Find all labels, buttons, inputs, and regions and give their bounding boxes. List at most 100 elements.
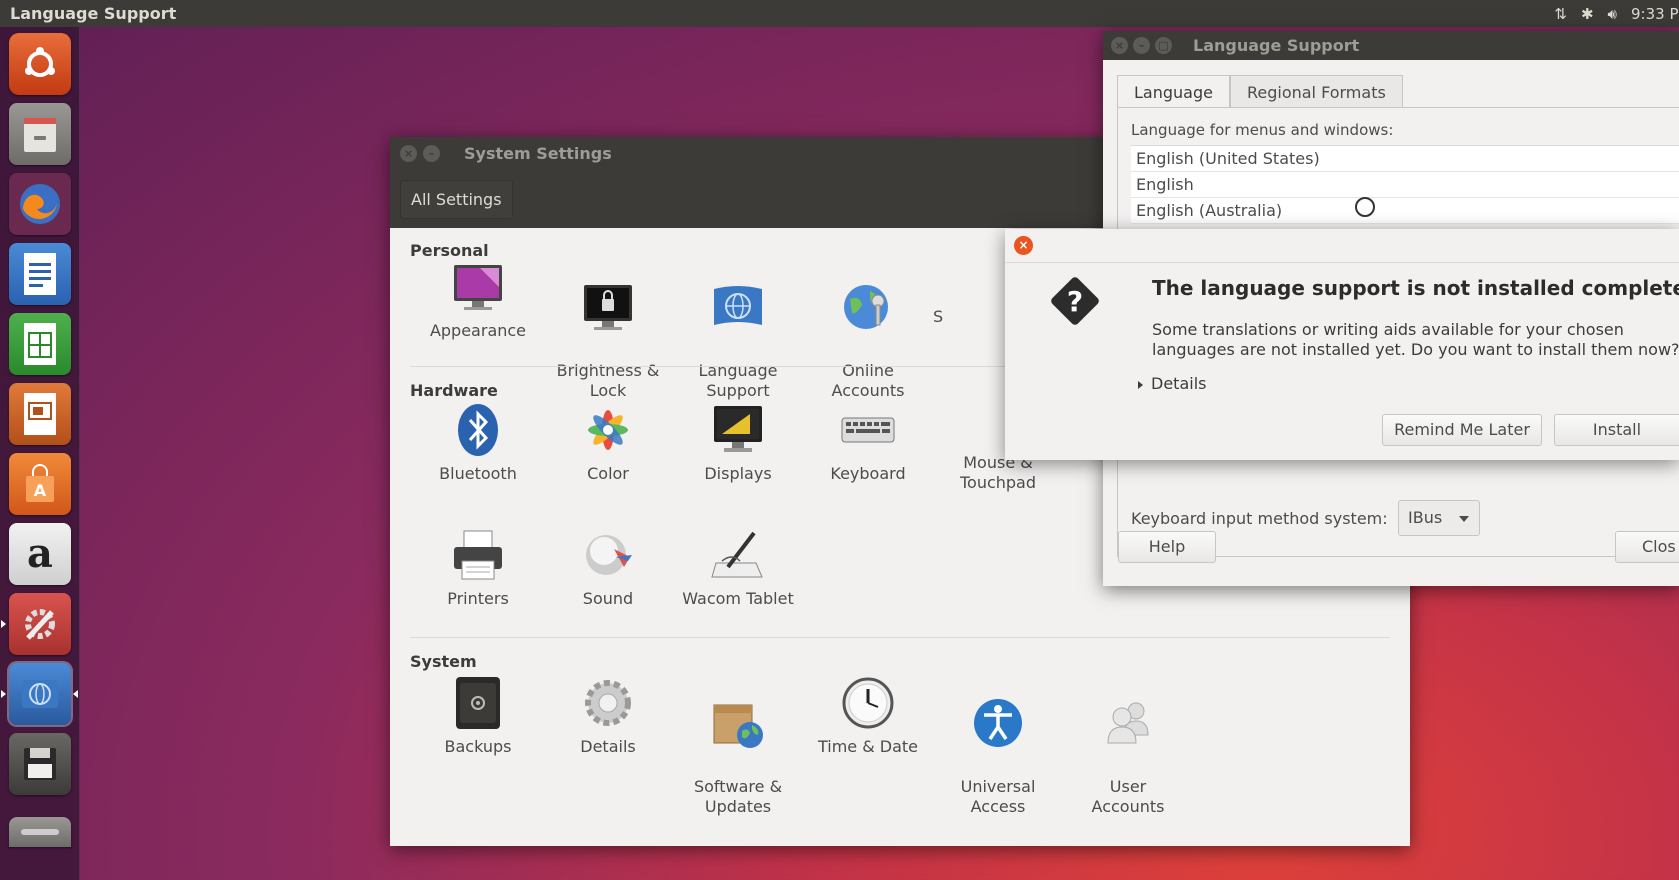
install-button[interactable]: Install <box>1554 414 1679 446</box>
dialog-titlebar: × <box>1005 229 1679 263</box>
trash-launcher-button[interactable] <box>9 817 71 847</box>
section-personal-title: Personal <box>410 241 489 260</box>
tab-language[interactable]: Language <box>1117 75 1230 108</box>
details-expander[interactable]: Details <box>1138 374 1206 393</box>
speaker-icon <box>586 535 632 575</box>
window-title: System Settings <box>464 144 612 163</box>
close-button[interactable]: × <box>1111 37 1128 54</box>
tile-label: Sound <box>582 589 634 608</box>
window-title: Language Support <box>1193 36 1360 55</box>
list-item[interactable]: English (United States) <box>1131 146 1679 172</box>
section-system-title: System <box>410 652 477 671</box>
minimize-button[interactable]: – <box>423 145 440 162</box>
launcher: A a <box>0 27 80 880</box>
top-panel: Language Support ⇅ ✱ 🔊︎ 9:33 PM <box>0 0 1679 27</box>
shopping-bag-icon: A <box>26 464 54 502</box>
language-support-launcher-button[interactable] <box>9 663 71 725</box>
bluetooth-tile[interactable]: Bluetooth <box>413 402 543 484</box>
appearance-tile[interactable]: Appearance <box>413 259 543 341</box>
firefox-icon <box>20 184 60 224</box>
system-settings-launcher-button[interactable] <box>9 593 71 655</box>
trash-icon <box>21 829 59 835</box>
flag-globe-icon <box>714 286 762 325</box>
keyboard-input-method-select[interactable]: IBus <box>1398 500 1480 536</box>
tile-label: Appearance <box>429 321 527 340</box>
maximize-button[interactable]: □ <box>1155 37 1172 54</box>
tile-label: Keyboard <box>830 464 906 483</box>
section-separator <box>410 637 1390 638</box>
details-tile[interactable]: Details <box>543 675 673 757</box>
tile-label: Bluetooth <box>439 464 517 483</box>
volume-icon[interactable]: 🔊︎ <box>1608 5 1617 23</box>
wacom-tablet-tile[interactable]: Wacom Tablet <box>673 527 803 609</box>
writer-icon <box>24 253 56 295</box>
busy-cursor-icon <box>1355 197 1375 217</box>
dialog-message-line: Some translations or writing aids availa… <box>1152 320 1624 339</box>
bluetooth-icon <box>458 404 498 456</box>
universal-access-tile[interactable]: Universal Access <box>933 675 1063 817</box>
all-settings-button[interactable]: All Settings <box>400 180 513 219</box>
remind-me-later-button[interactable]: Remind Me Later <box>1382 414 1542 446</box>
partially-hidden-tile[interactable]: S <box>933 307 953 327</box>
disks-launcher-button[interactable] <box>9 733 71 795</box>
bluetooth-icon[interactable]: ✱ <box>1581 5 1594 23</box>
globe-key-icon <box>844 285 888 329</box>
software-updates-tile[interactable]: Software & Updates <box>673 675 803 817</box>
incomplete-language-dialog: × ? The language support is not installe… <box>1005 229 1679 460</box>
clock-icon <box>842 677 894 729</box>
section-hardware-title: Hardware <box>410 381 498 400</box>
tile-label: Universal Access <box>960 777 1036 816</box>
color-tile[interactable]: Color <box>543 402 673 484</box>
brightness-lock-tile[interactable]: Brightness & Lock <box>543 259 673 401</box>
language-support-tile[interactable]: Language Support <box>673 259 803 401</box>
impress-launcher-button[interactable] <box>9 383 71 445</box>
tile-label: Time & Date <box>817 737 919 756</box>
menus-language-label: Language for menus and windows: <box>1131 121 1394 139</box>
displays-tile[interactable]: Displays <box>673 402 803 484</box>
file-cabinet-icon <box>24 118 56 152</box>
time-date-tile[interactable]: Time & Date <box>803 675 933 757</box>
printers-tile[interactable]: Printers <box>413 527 543 609</box>
keyboard-tile[interactable]: Keyboard <box>803 402 933 484</box>
focused-indicator <box>73 690 78 698</box>
minimize-button[interactable]: – <box>1133 37 1150 54</box>
online-accounts-tile[interactable]: Online Accounts <box>803 259 933 401</box>
close-button[interactable]: × <box>400 145 417 162</box>
tile-label: Details <box>580 737 636 756</box>
list-item[interactable]: English <box>1131 172 1679 198</box>
tab-regional-formats[interactable]: Regional Formats <box>1229 75 1403 108</box>
select-value: IBus <box>1408 508 1443 527</box>
running-indicator <box>1 620 6 628</box>
files-launcher-button[interactable] <box>9 103 71 165</box>
sound-tile[interactable]: Sound <box>543 527 673 609</box>
network-icon[interactable]: ⇅ <box>1554 5 1567 23</box>
language-support-titlebar: × – □ Language Support <box>1103 31 1679 60</box>
backups-tile[interactable]: Backups <box>413 675 543 757</box>
language-list[interactable]: English (United States) English English … <box>1131 145 1679 224</box>
tile-label: Color <box>587 464 629 483</box>
ubuntu-dash-button[interactable] <box>9 33 71 95</box>
keyboard-icon <box>841 417 895 443</box>
svg-text:A: A <box>34 481 47 500</box>
writer-launcher-button[interactable] <box>9 243 71 305</box>
system-tray: ⇅ ✱ 🔊︎ 9:33 PM <box>1554 5 1679 23</box>
dialog-message-line: languages are not installed yet. Do you … <box>1152 340 1679 359</box>
list-item[interactable]: English (Australia) <box>1131 198 1679 224</box>
clock[interactable]: 9:33 PM <box>1631 5 1679 23</box>
tile-label: Software & Updates <box>693 777 783 816</box>
software-center-launcher-button[interactable]: A <box>9 453 71 515</box>
amazon-icon: a <box>27 530 53 577</box>
amazon-launcher-button[interactable]: a <box>9 523 71 585</box>
expander-arrow-icon <box>1138 380 1143 389</box>
user-accounts-tile[interactable]: User Accounts <box>1063 675 1193 817</box>
svg-text:?: ? <box>1067 285 1083 318</box>
appearance-icon <box>454 265 502 310</box>
close-window-button[interactable]: Clos <box>1615 531 1679 563</box>
details-label: Details <box>1151 374 1207 393</box>
help-button[interactable]: Help <box>1118 531 1216 563</box>
close-icon[interactable]: × <box>1014 236 1033 255</box>
keyboard-input-label: Keyboard input method system: <box>1131 509 1388 528</box>
calc-launcher-button[interactable] <box>9 313 71 375</box>
active-app-title: Language Support <box>10 4 177 23</box>
firefox-launcher-button[interactable] <box>9 173 71 235</box>
